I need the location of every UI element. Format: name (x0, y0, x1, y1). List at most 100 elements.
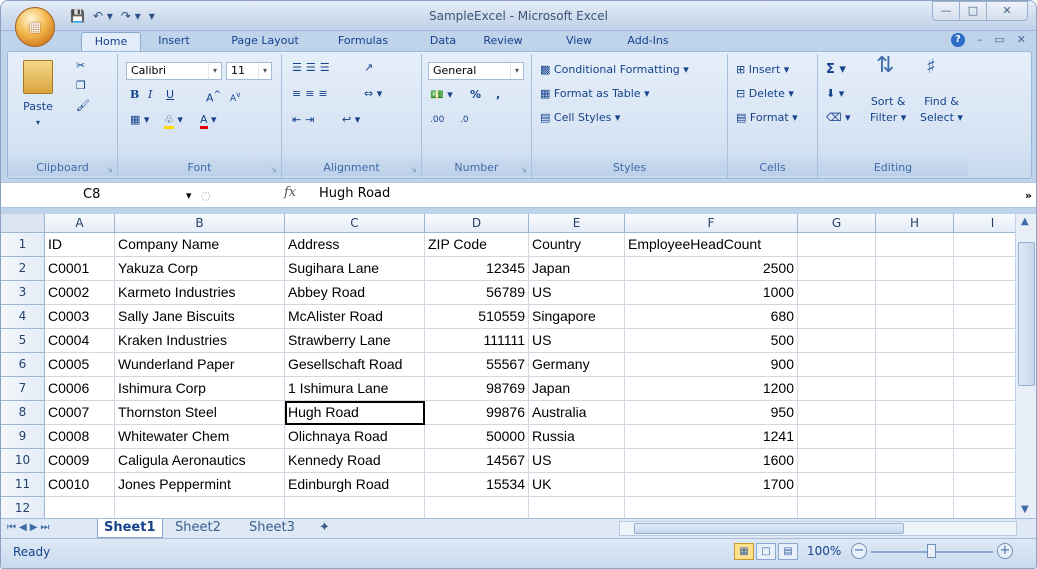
cell-b1[interactable]: Company Name (115, 233, 285, 257)
formula-input[interactable]: Hugh Road (319, 186, 390, 201)
cell-e3[interactable]: US (529, 281, 625, 305)
sheet-navigation-icons[interactable]: ⏮◀▶⏭ (7, 520, 52, 536)
cell-e4[interactable]: Singapore (529, 305, 625, 329)
customize-qat-icon[interactable]: ▾ (146, 8, 158, 24)
cell-g2[interactable] (798, 257, 876, 281)
cell-a1[interactable]: ID (45, 233, 115, 257)
fill-icon[interactable]: ⬇ ▾ (826, 86, 844, 102)
cell-e1[interactable]: Country (529, 233, 625, 257)
zoom-in-button[interactable]: + (997, 543, 1013, 559)
insert-cells-button[interactable]: ⊞ Insert ▾ (736, 62, 789, 78)
sort-filter-button[interactable]: Sort & Filter ▾ (870, 94, 906, 126)
cell-g4[interactable] (798, 305, 876, 329)
decrease-decimal-button[interactable]: .0 (460, 112, 469, 128)
tab-page-layout[interactable]: Page Layout (223, 32, 307, 51)
cell-h1[interactable] (876, 233, 954, 257)
cell-c3[interactable]: Abbey Road (285, 281, 425, 305)
format-painter-icon[interactable]: 🖌 (76, 98, 90, 114)
cell-a6[interactable]: C0005 (45, 353, 115, 377)
cell-e2[interactable]: Japan (529, 257, 625, 281)
tab-home[interactable]: Home (81, 32, 141, 51)
currency-icon[interactable]: 💵 ▾ (430, 87, 453, 103)
name-box-dropdown-icon[interactable]: ▾ (186, 188, 192, 204)
cell-b5[interactable]: Kraken Industries (115, 329, 285, 353)
row-header-9[interactable]: 9 (1, 425, 45, 449)
wrap-text-icon[interactable]: ↩ ▾ (342, 112, 360, 128)
cell-styles-button[interactable]: ▤ Cell Styles ▾ (540, 110, 620, 126)
cell-h12[interactable] (876, 497, 954, 518)
cell-g5[interactable] (798, 329, 876, 353)
undo-icon[interactable]: ↶ ▾ (90, 8, 116, 24)
zoom-slider-thumb[interactable] (927, 544, 936, 558)
cell-f3[interactable]: 1000 (625, 281, 798, 305)
cell-b9[interactable]: Whitewater Chem (115, 425, 285, 449)
cell-d9[interactable]: 50000 (425, 425, 529, 449)
cell-c4[interactable]: McAlister Road (285, 305, 425, 329)
row-header-3[interactable]: 3 (1, 281, 45, 305)
help-icon[interactable]: ? (950, 33, 965, 47)
cell-b11[interactable]: Jones Peppermint (115, 473, 285, 497)
tab-review[interactable]: Review (478, 32, 528, 51)
cell-a5[interactable]: C0004 (45, 329, 115, 353)
zoom-out-button[interactable]: − (851, 543, 867, 559)
cell-f6[interactable]: 900 (625, 353, 798, 377)
percent-button[interactable]: % (470, 87, 481, 103)
cell-c1[interactable]: Address (285, 233, 425, 257)
cell-g12[interactable] (798, 497, 876, 518)
tab-formulas[interactable]: Formulas (331, 32, 395, 51)
vertical-scrollbar[interactable]: ▲ ▼ (1015, 214, 1036, 518)
paste-button[interactable]: Paste ▾ (16, 60, 60, 131)
row-header-10[interactable]: 10 (1, 449, 45, 473)
insert-sheet-icon[interactable]: ✦ (313, 519, 336, 538)
cell-b7[interactable]: Ishimura Corp (115, 377, 285, 401)
cell-a10[interactable]: C0009 (45, 449, 115, 473)
cell-d1[interactable]: ZIP Code (425, 233, 529, 257)
format-as-table-button[interactable]: ▦ Format as Table ▾ (540, 86, 650, 102)
cell-g10[interactable] (798, 449, 876, 473)
normal-view-icon[interactable]: ▦ (734, 543, 754, 560)
dialog-launcher-icon[interactable]: ↘ (106, 165, 113, 174)
cell-a4[interactable]: C0003 (45, 305, 115, 329)
find-select-button[interactable]: Find & Select ▾ (920, 94, 963, 126)
font-size-combo[interactable]: 11 ▾ (226, 62, 272, 80)
cell-c9[interactable]: Olichnaya Road (285, 425, 425, 449)
cell-f4[interactable]: 680 (625, 305, 798, 329)
tab-view[interactable]: View (559, 32, 599, 51)
delete-cells-button[interactable]: ⊟ Delete ▾ (736, 86, 794, 102)
horizontal-scroll-thumb[interactable] (634, 523, 904, 534)
column-header-i[interactable]: I (954, 214, 1017, 233)
column-header-b[interactable]: B (115, 214, 285, 233)
row-header-1[interactable]: 1 (1, 233, 45, 257)
row-header-12[interactable]: 12 (1, 497, 45, 518)
increase-decimal-button[interactable]: .00 (430, 112, 444, 128)
italic-button[interactable]: I (148, 87, 152, 103)
cell-i7[interactable] (954, 377, 1017, 401)
page-break-view-icon[interactable]: ▤ (778, 543, 798, 560)
column-header-c[interactable]: C (285, 214, 425, 233)
cell-e6[interactable]: Germany (529, 353, 625, 377)
cell-d11[interactable]: 15534 (425, 473, 529, 497)
column-header-g[interactable]: G (798, 214, 876, 233)
cell-g6[interactable] (798, 353, 876, 377)
grow-font-icon[interactable]: A^ (206, 87, 221, 107)
cell-c2[interactable]: Sugihara Lane (285, 257, 425, 281)
row-header-7[interactable]: 7 (1, 377, 45, 401)
cell-h3[interactable] (876, 281, 954, 305)
cell-h7[interactable] (876, 377, 954, 401)
cell-i8[interactable] (954, 401, 1017, 425)
worksheet-grid[interactable]: A B C D E F G H I 1 ID Company Name Address ZIP Code C… (1, 214, 1017, 518)
horizontal-align-icons[interactable]: ≡≡≡ (292, 86, 332, 102)
cell-i5[interactable] (954, 329, 1017, 353)
cell-g3[interactable] (798, 281, 876, 305)
cell-b12[interactable] (115, 497, 285, 518)
cell-c7[interactable]: 1 Ishimura Lane (285, 377, 425, 401)
cell-b4[interactable]: Sally Jane Biscuits (115, 305, 285, 329)
cell-a9[interactable]: C0008 (45, 425, 115, 449)
cell-e8[interactable]: Australia (529, 401, 625, 425)
column-header-e[interactable]: E (529, 214, 625, 233)
cell-f7[interactable]: 1200 (625, 377, 798, 401)
cut-icon[interactable]: ✂ (76, 58, 85, 74)
cell-e7[interactable]: Japan (529, 377, 625, 401)
cell-d8[interactable]: 99876 (425, 401, 529, 425)
fill-color-icon[interactable]: ♧ ▾ (164, 112, 183, 129)
